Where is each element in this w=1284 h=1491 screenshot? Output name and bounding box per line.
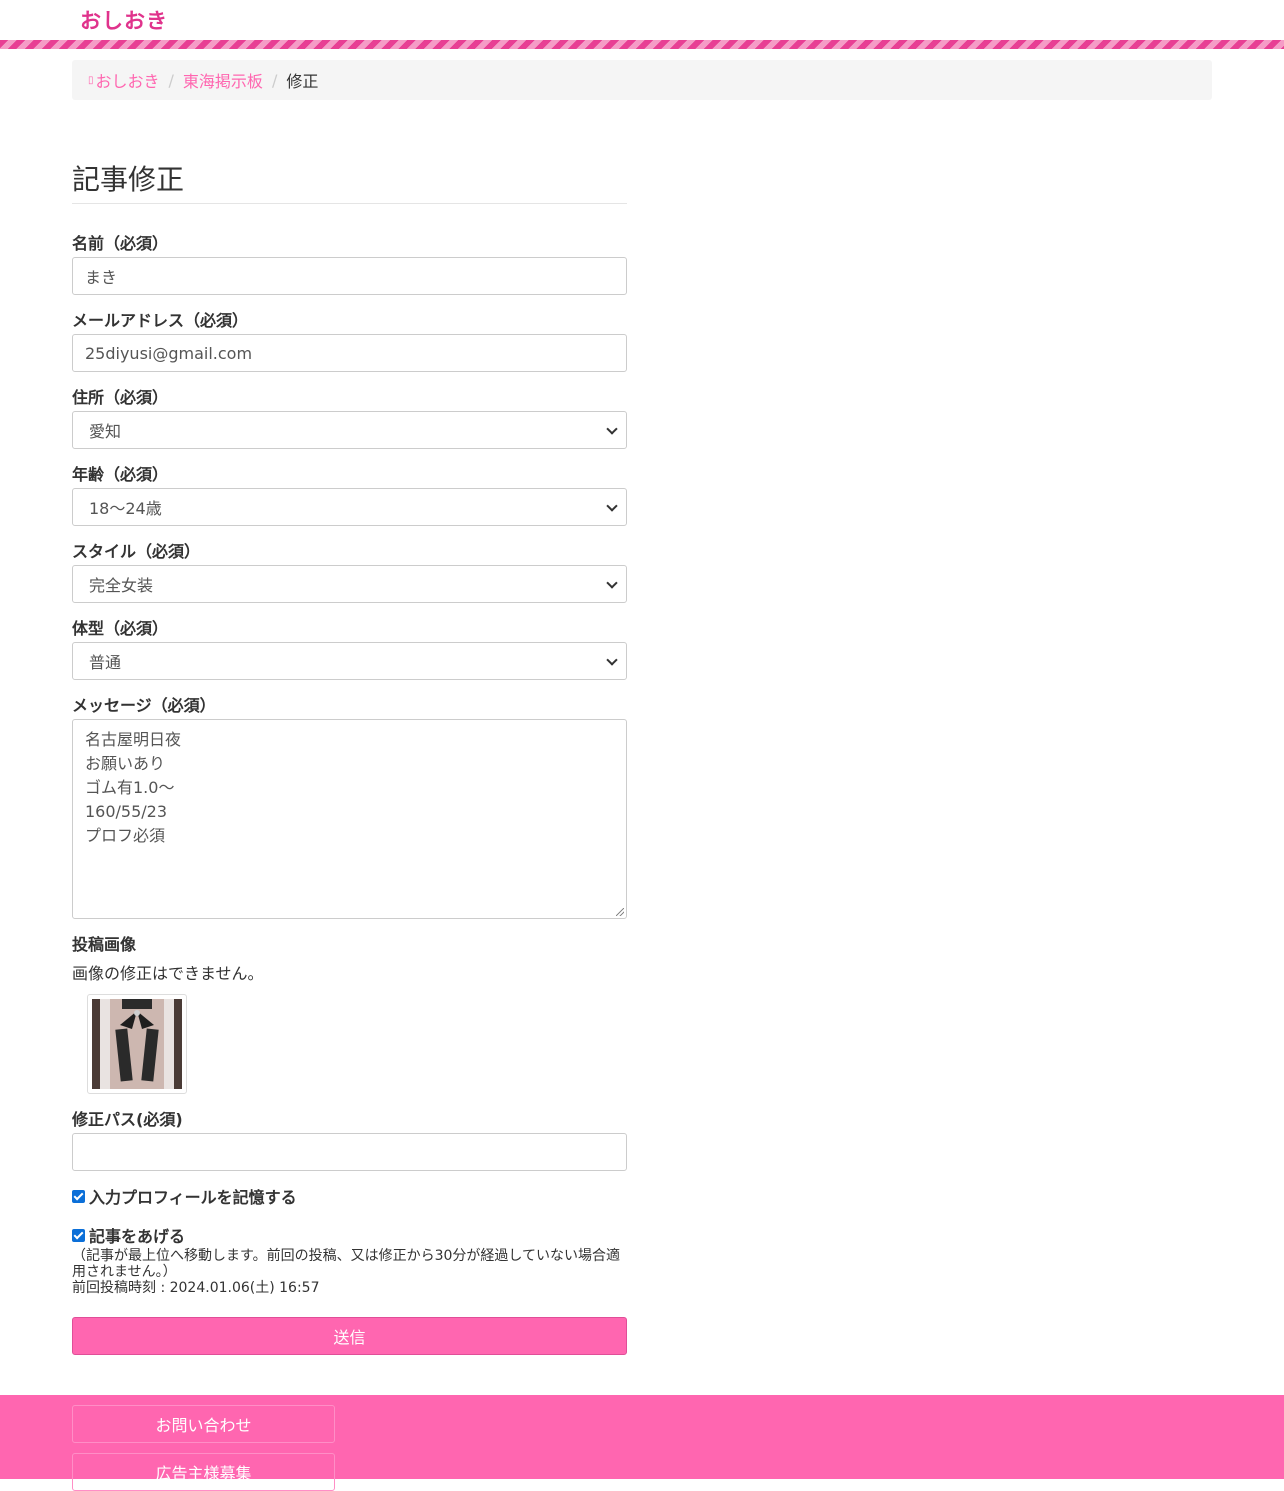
address-select-value: 愛知 (89, 422, 122, 441)
bump-post-description: （記事が最上位へ移動します。前回の投稿、又は修正から30分が経過していない場合適… (72, 1248, 620, 1280)
chevron-down-icon (606, 654, 618, 666)
body-type-select[interactable]: 普通 (72, 642, 627, 680)
message-line: プロフ必須 (85, 826, 166, 845)
breadcrumb-board-link[interactable]: 東海掲示板 (183, 68, 263, 92)
edit-form: 記事修正 名前（必須） まき メールアドレス（必須） 25diyusi@gmai… (72, 150, 627, 1355)
body-type-select-value: 普通 (89, 653, 122, 672)
address-select[interactable]: 愛知 (72, 411, 627, 449)
email-input-value: 25diyusi@gmail.com (85, 343, 253, 363)
message-line: 160/55/23 (85, 802, 168, 821)
breadcrumb-separator: / (271, 70, 278, 90)
resize-handle-icon[interactable] (616, 908, 624, 916)
breadcrumb-current: 修正 (286, 72, 319, 91)
contact-link[interactable]: お問い合わせ (72, 1405, 335, 1443)
image-label: 投稿画像 (72, 935, 137, 954)
age-label: 年齢（必須） (72, 465, 169, 484)
message-textarea[interactable]: 名古屋明日夜 お願いあり ゴム有1.0〜 160/55/23 プロフ必須 (72, 719, 627, 919)
remember-profile-checkbox[interactable] (72, 1189, 85, 1203)
breadcrumb: ▯ おしおき / 東海掲示板 / 修正 (72, 60, 1212, 100)
name-label: 名前（必須） (72, 234, 169, 253)
bump-post-note: （記事が最上位へ移動します。前回の投稿、又は修正から30分が経過していない場合適… (72, 1248, 627, 1296)
breadcrumb-separator: / (168, 70, 174, 90)
image-note: 画像の修正はできません。 (72, 964, 264, 983)
bump-post-row: 記事をあげる (72, 1223, 185, 1247)
header-stripe (0, 40, 1284, 49)
chevron-down-icon (606, 423, 618, 435)
post-image-illustration (92, 999, 182, 1089)
remember-profile-row: 入力プロフィールを記憶する (72, 1184, 297, 1208)
bump-post-label[interactable]: 記事をあげる (89, 1223, 185, 1247)
advertiser-recruit-link[interactable]: 広告主様募集 (72, 1453, 335, 1491)
message-label: メッセージ（必須） (72, 696, 216, 715)
header: おしおき (0, 0, 1284, 40)
post-image (92, 999, 182, 1089)
body-type-label: 体型（必須） (72, 619, 169, 638)
age-select-value: 18〜24歳 (89, 499, 162, 518)
message-line: 名古屋明日夜 (85, 730, 182, 749)
email-label: メールアドレス（必須） (72, 311, 249, 330)
remember-profile-label[interactable]: 入力プロフィールを記憶する (89, 1184, 297, 1208)
chevron-down-icon (606, 500, 618, 512)
edit-pass-label: 修正パス(必須) (72, 1110, 183, 1129)
bump-post-checkbox[interactable] (72, 1228, 85, 1242)
name-input-value: まき (85, 268, 118, 287)
age-select[interactable]: 18〜24歳 (72, 488, 627, 526)
breadcrumb-home-link[interactable]: おしおき (96, 68, 160, 92)
home-icon: ▯ (88, 74, 94, 86)
style-select[interactable]: 完全女装 (72, 565, 627, 603)
message-line: ゴム有1.0〜 (85, 778, 175, 797)
footer: お問い合わせ 広告主様募集 (0, 1395, 1284, 1491)
chevron-down-icon (606, 577, 618, 589)
style-select-value: 完全女装 (89, 576, 154, 595)
message-line: お願いあり (85, 754, 166, 773)
email-input[interactable]: 25diyusi@gmail.com (72, 334, 627, 372)
style-label: スタイル（必須） (72, 542, 201, 561)
address-label: 住所（必須） (72, 388, 169, 407)
submit-button[interactable]: 送信 (72, 1317, 627, 1355)
edit-pass-input[interactable] (72, 1133, 627, 1171)
page-title: 記事修正 (72, 150, 627, 204)
name-input[interactable]: まき (72, 257, 627, 295)
post-image-thumbnail[interactable] (87, 994, 187, 1094)
last-posted-time: 前回投稿時刻 : 2024.01.06(土) 16:57 (72, 1280, 320, 1296)
site-logo[interactable]: おしおき (80, 5, 168, 35)
